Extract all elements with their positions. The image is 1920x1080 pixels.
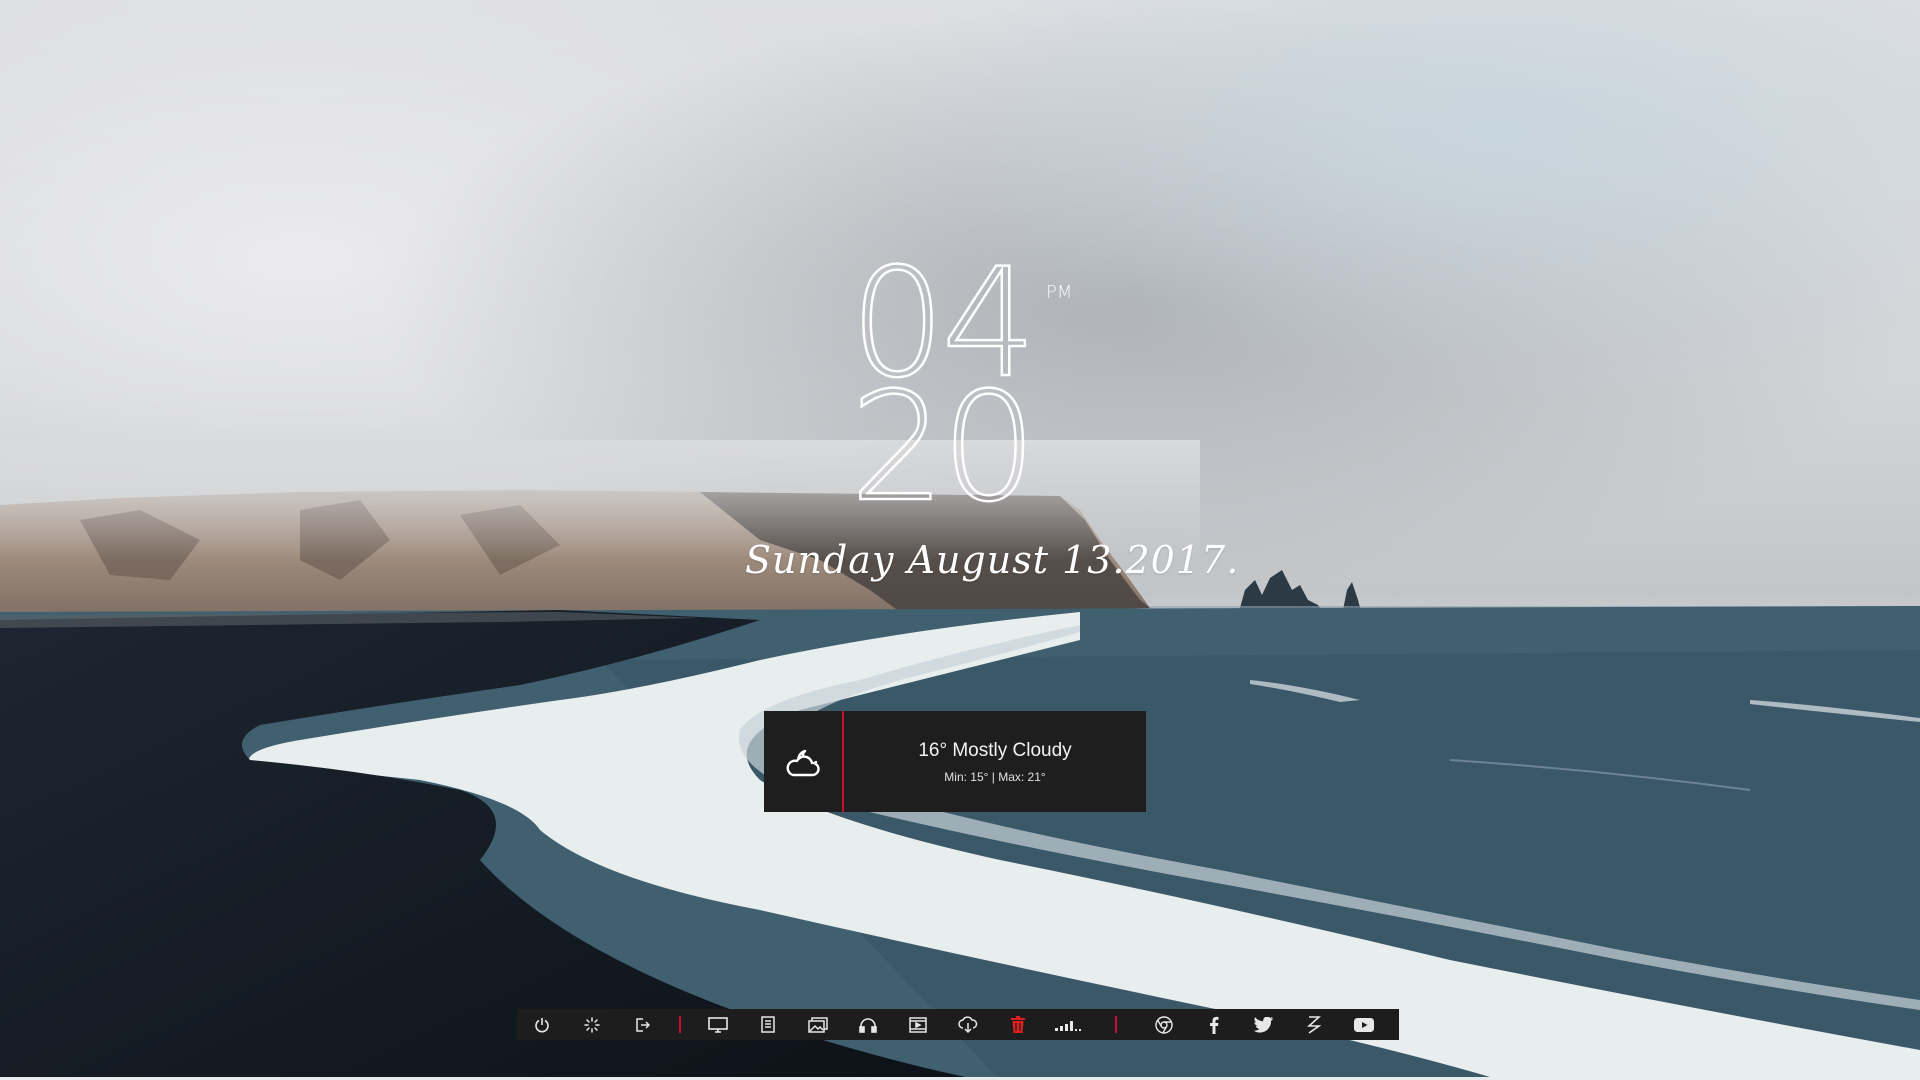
trash-icon[interactable] (993, 1009, 1043, 1040)
signal-bars-icon[interactable] (1043, 1009, 1093, 1040)
cloudy-night-icon (764, 711, 842, 812)
headphones-icon[interactable] (843, 1009, 893, 1040)
twitter-icon[interactable] (1239, 1009, 1289, 1040)
youtube-icon[interactable] (1339, 1009, 1389, 1040)
clock-minutes: 20 (849, 361, 1038, 535)
dock (517, 1009, 1399, 1040)
weather-text: 16° Mostly Cloudy Min: 15° | Max: 21° (844, 711, 1146, 812)
weather-widget[interactable]: 16° Mostly Cloudy Min: 15° | Max: 21° (764, 711, 1146, 812)
desktop: 04 20 PM Sunday August 13.2017. 16° Most… (0, 0, 1920, 1080)
monitor-icon[interactable] (693, 1009, 743, 1040)
clock: 04 20 PM (849, 248, 1080, 535)
dock-separator (679, 1016, 681, 1033)
loading-spinner-icon[interactable] (567, 1009, 617, 1040)
clock-ampm: PM (1046, 282, 1073, 303)
pictures-icon[interactable] (793, 1009, 843, 1040)
weather-summary: 16° Mostly Cloudy (918, 739, 1072, 761)
power-icon[interactable] (517, 1009, 567, 1040)
dock-separator (1115, 1016, 1117, 1033)
document-icon[interactable] (743, 1009, 793, 1040)
cloud-download-icon[interactable] (943, 1009, 993, 1040)
chrome-icon[interactable] (1139, 1009, 1189, 1040)
logout-icon[interactable] (617, 1009, 667, 1040)
weather-minmax: Min: 15° | Max: 21° (944, 769, 1046, 784)
date-label: Sunday August 13.2017. (745, 538, 1240, 582)
facebook-icon[interactable] (1189, 1009, 1239, 1040)
video-icon[interactable] (893, 1009, 943, 1040)
deviantart-icon[interactable] (1289, 1009, 1339, 1040)
